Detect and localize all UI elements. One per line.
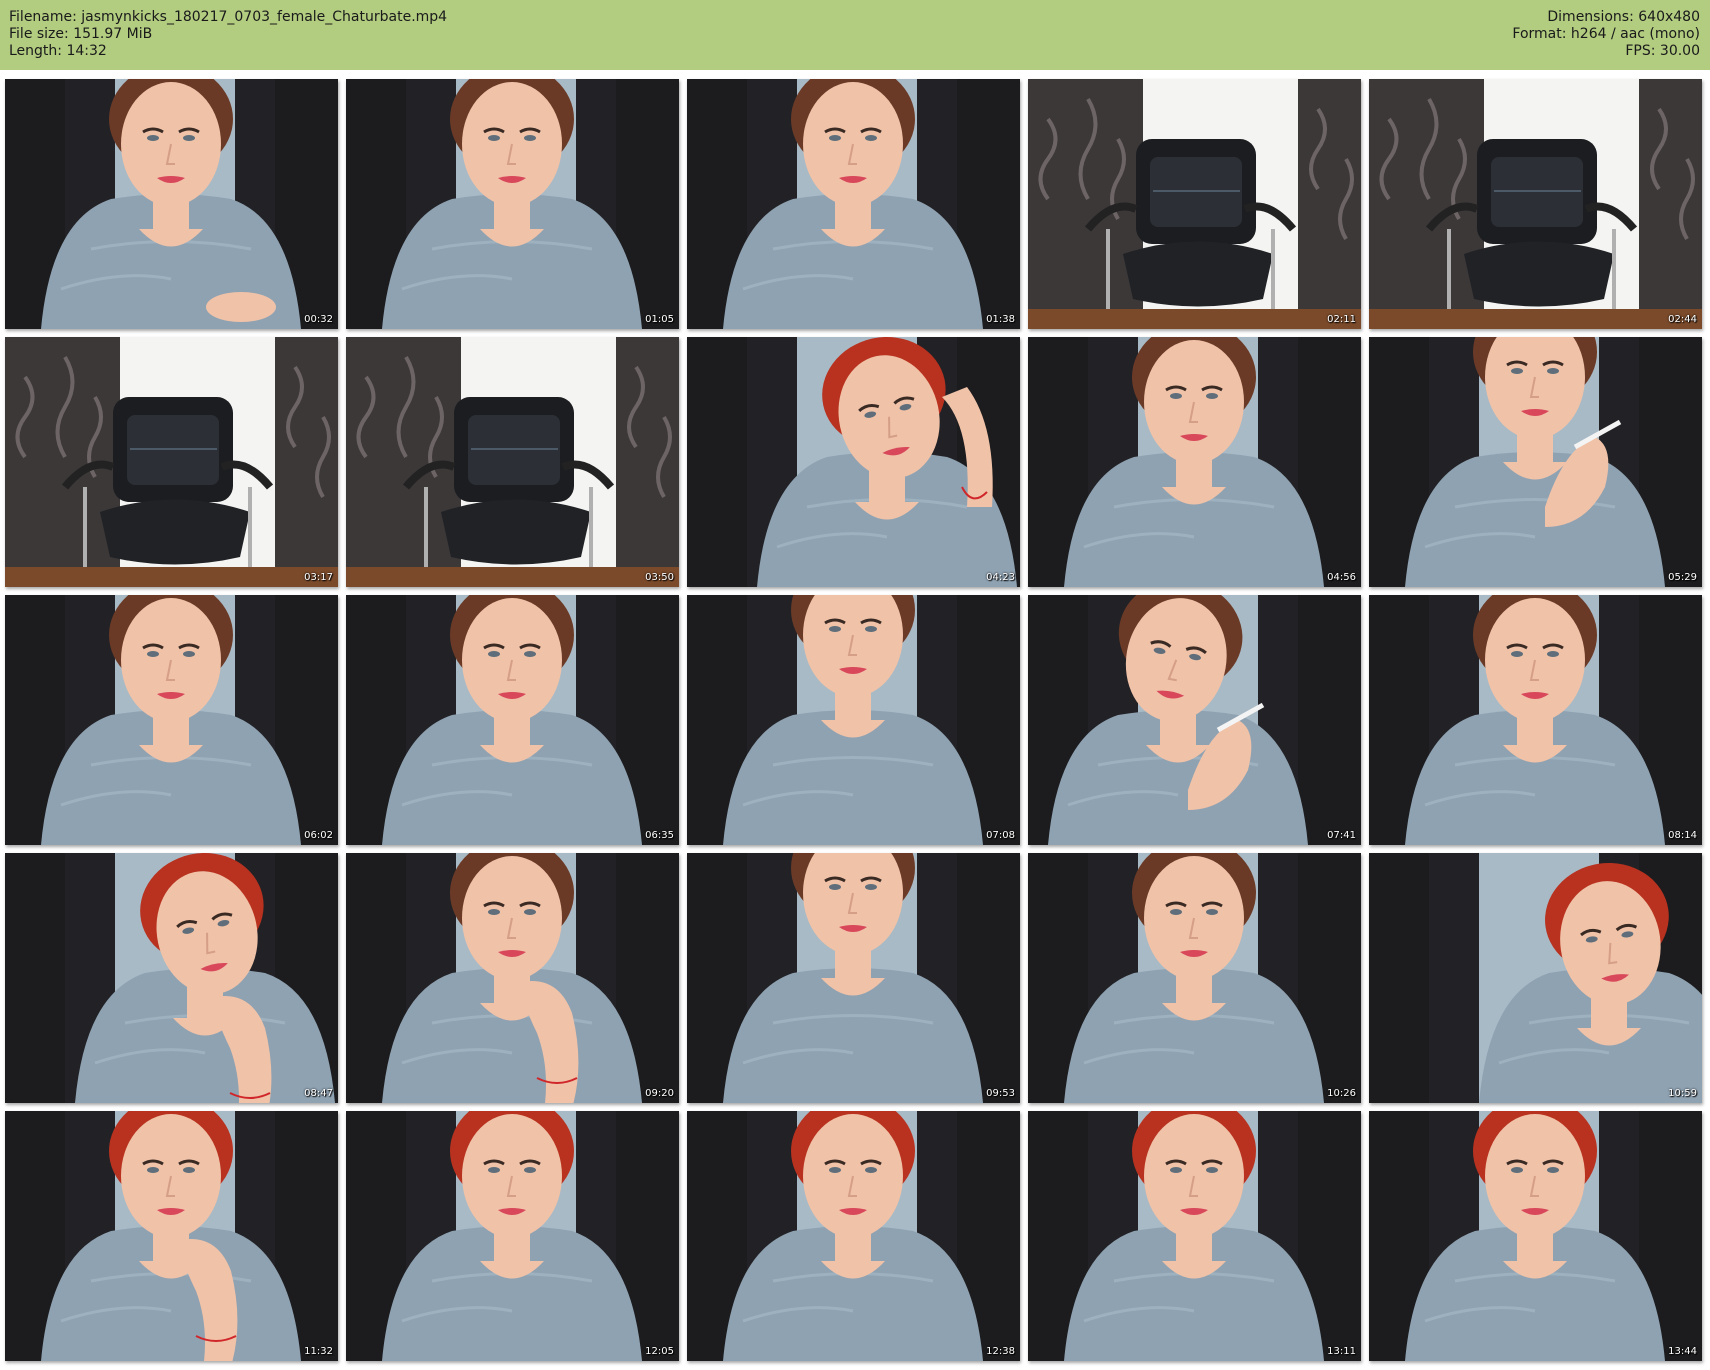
empty-chair-frame-image (1028, 79, 1361, 329)
video-thumbnail[interactable]: 05:29 (1369, 337, 1702, 587)
timestamp-label: 09:53 (986, 1088, 1015, 1099)
webcam-frame-image (5, 595, 338, 845)
webcam-frame-image (1028, 595, 1361, 845)
webcam-frame-image (687, 1111, 1020, 1361)
timestamp-label: 12:38 (986, 1346, 1015, 1357)
video-thumbnail[interactable]: 04:56 (1028, 337, 1361, 587)
timestamp-label: 07:08 (986, 830, 1015, 841)
length-label: Length: 14:32 (9, 43, 107, 59)
timestamp-label: 01:38 (986, 314, 1015, 325)
webcam-frame-image (687, 79, 1020, 329)
video-thumbnail[interactable]: 12:38 (687, 1111, 1020, 1361)
timestamp-label: 13:11 (1327, 1346, 1356, 1357)
webcam-frame-image (687, 853, 1020, 1103)
timestamp-label: 04:23 (986, 572, 1015, 583)
fps-label: FPS: 30.00 (1625, 43, 1700, 59)
timestamp-label: 00:32 (304, 314, 333, 325)
timestamp-label: 06:02 (304, 830, 333, 841)
video-thumbnail[interactable]: 10:59 (1369, 853, 1702, 1103)
video-thumbnail[interactable]: 01:05 (346, 79, 679, 329)
webcam-frame-image (1028, 853, 1361, 1103)
timestamp-label: 10:59 (1668, 1088, 1697, 1099)
video-thumbnail[interactable]: 10:26 (1028, 853, 1361, 1103)
video-thumbnail[interactable]: 04:23 (687, 337, 1020, 587)
video-thumbnail[interactable]: 02:44 (1369, 79, 1702, 329)
timestamp-label: 04:56 (1327, 572, 1356, 583)
webcam-frame-image (5, 1111, 338, 1361)
timestamp-label: 11:32 (304, 1346, 333, 1357)
webcam-frame-image (346, 79, 679, 329)
timestamp-label: 03:50 (645, 572, 674, 583)
format-label: Format: h264 / aac (mono) (1512, 26, 1700, 42)
file-info-right: Dimensions: 640x480 Format: h264 / aac (… (1512, 9, 1700, 60)
timestamp-label: 05:29 (1668, 572, 1697, 583)
webcam-frame-image (1369, 1111, 1702, 1361)
timestamp-label: 06:35 (645, 830, 674, 841)
video-thumbnail[interactable]: 03:17 (5, 337, 338, 587)
timestamp-label: 13:44 (1668, 1346, 1697, 1357)
webcam-frame-image (346, 1111, 679, 1361)
video-thumbnail[interactable]: 01:38 (687, 79, 1020, 329)
video-thumbnail[interactable]: 09:53 (687, 853, 1020, 1103)
webcam-frame-image (1369, 595, 1702, 845)
webcam-frame-image (5, 853, 338, 1103)
empty-chair-frame-image (5, 337, 338, 587)
empty-chair-frame-image (346, 337, 679, 587)
webcam-frame-image (1028, 337, 1361, 587)
video-thumbnail[interactable]: 09:20 (346, 853, 679, 1103)
timestamp-label: 02:11 (1327, 314, 1356, 325)
timestamp-label: 08:47 (304, 1088, 333, 1099)
timestamp-label: 02:44 (1668, 314, 1697, 325)
video-thumbnail[interactable]: 11:32 (5, 1111, 338, 1361)
timestamp-label: 08:14 (1668, 830, 1697, 841)
webcam-frame-image (687, 337, 1020, 587)
video-thumbnail[interactable]: 07:41 (1028, 595, 1361, 845)
video-thumbnail[interactable]: 00:32 (5, 79, 338, 329)
webcam-frame-image (1028, 1111, 1361, 1361)
video-thumbnail[interactable]: 03:50 (346, 337, 679, 587)
filename-label: Filename: jasmynkicks_180217_0703_female… (9, 9, 448, 25)
timestamp-label: 09:20 (645, 1088, 674, 1099)
video-thumbnail[interactable]: 02:11 (1028, 79, 1361, 329)
file-size-label: File size: 151.97 MiB (9, 26, 153, 42)
empty-chair-frame-image (1369, 79, 1702, 329)
video-thumbnail[interactable]: 06:35 (346, 595, 679, 845)
video-thumbnail[interactable]: 13:11 (1028, 1111, 1361, 1361)
timestamp-label: 07:41 (1327, 830, 1356, 841)
timestamp-label: 12:05 (645, 1346, 674, 1357)
thumbnail-grid: 00:32 01:05 01:38 02:11 02:44 03:17 03:5… (5, 79, 1702, 1361)
video-thumbnail[interactable]: 08:47 (5, 853, 338, 1103)
webcam-frame-image (687, 595, 1020, 845)
file-info-left: Filename: jasmynkicks_180217_0703_female… (9, 9, 447, 60)
webcam-frame-image (346, 595, 679, 845)
video-thumbnail[interactable]: 08:14 (1369, 595, 1702, 845)
webcam-frame-image (5, 79, 338, 329)
dimensions-label: Dimensions: 640x480 (1547, 9, 1700, 25)
video-thumbnail[interactable]: 07:08 (687, 595, 1020, 845)
webcam-frame-image (346, 853, 679, 1103)
webcam-frame-image (1369, 853, 1702, 1103)
timestamp-label: 01:05 (645, 314, 674, 325)
video-thumbnail[interactable]: 06:02 (5, 595, 338, 845)
video-thumbnail[interactable]: 12:05 (346, 1111, 679, 1361)
timestamp-label: 03:17 (304, 572, 333, 583)
info-header: Filename: jasmynkicks_180217_0703_female… (0, 0, 1710, 70)
timestamp-label: 10:26 (1327, 1088, 1356, 1099)
video-thumbnail[interactable]: 13:44 (1369, 1111, 1702, 1361)
webcam-frame-image (1369, 337, 1702, 587)
